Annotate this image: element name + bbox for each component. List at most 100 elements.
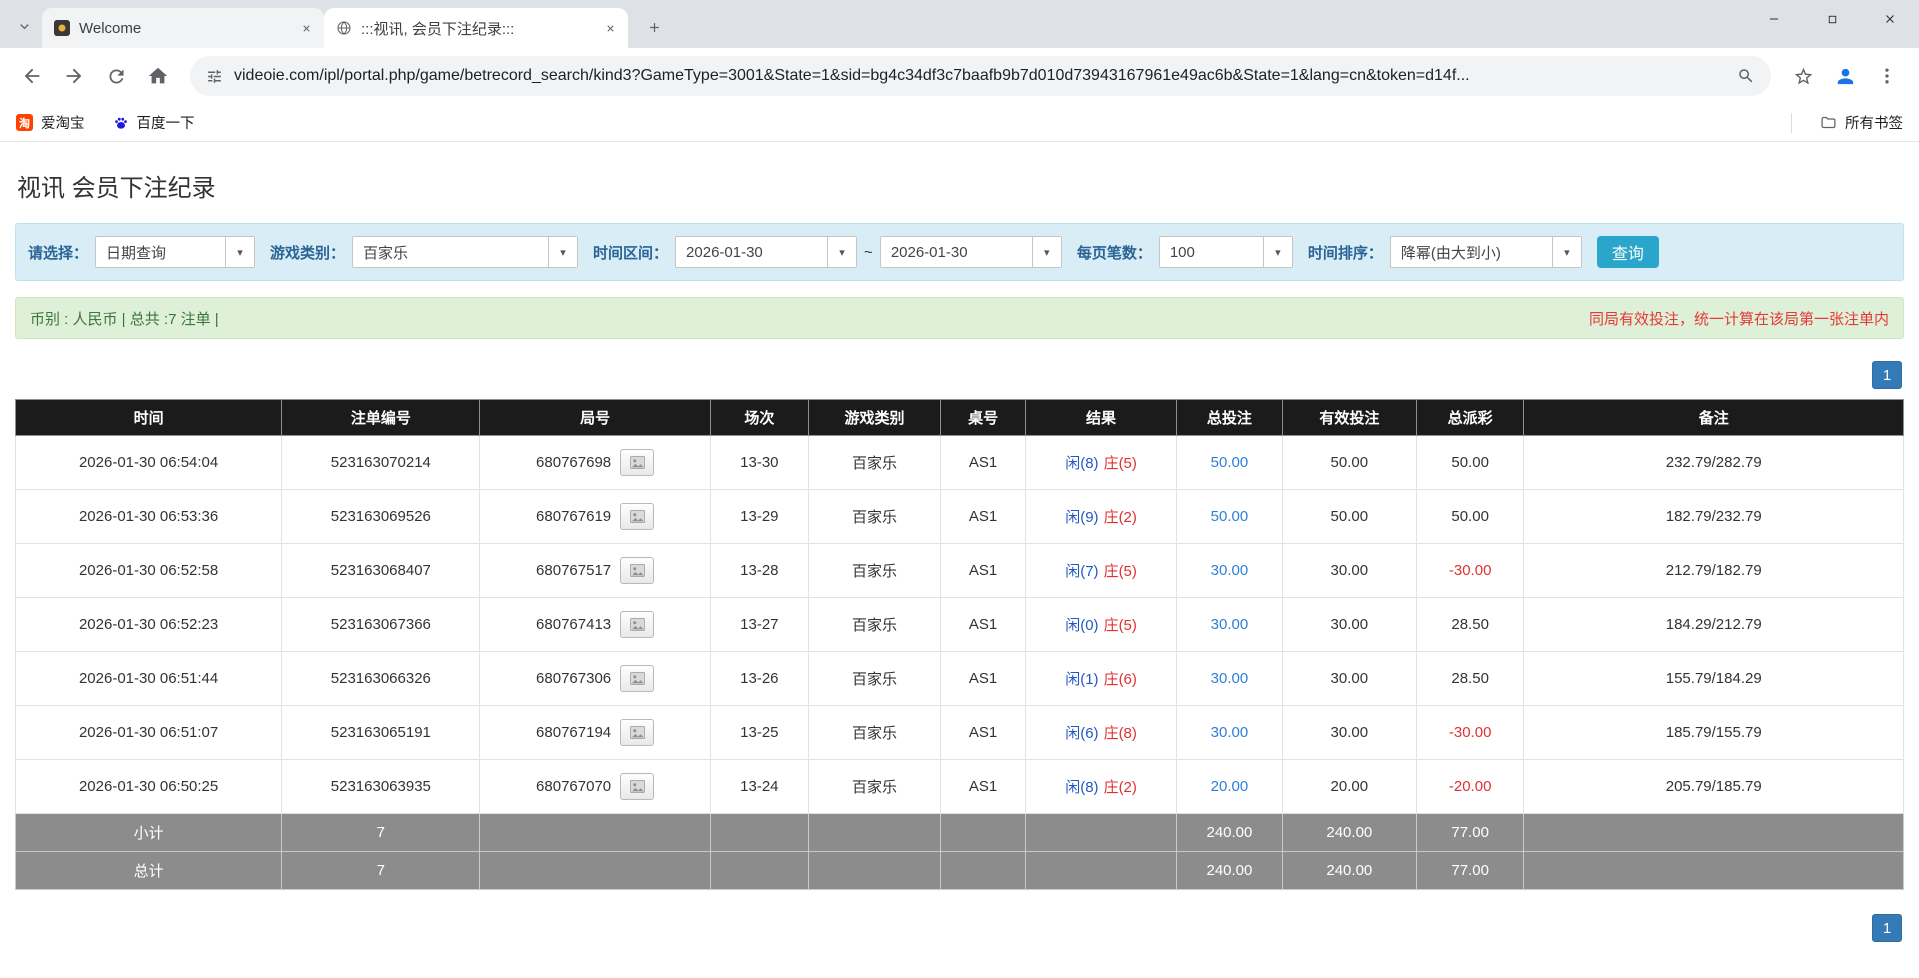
result-player: 闲(1) [1065, 671, 1098, 688]
page-content: 视讯 会员下注纪录 请选择： 日期查询 ▾ 游戏类别： 百家乐 ▾ 时间区间： … [0, 168, 1919, 942]
cell-session: 13-29 [710, 490, 808, 544]
chevron-down-icon[interactable]: ▾ [1263, 237, 1292, 267]
chevron-down-icon[interactable]: ▾ [225, 237, 254, 267]
chevron-down-icon[interactable] [10, 12, 38, 40]
cell-table-no: AS1 [941, 652, 1026, 706]
bookmarks-divider [1791, 113, 1792, 133]
select-label: 请选择： [28, 242, 88, 263]
chevron-down-icon[interactable]: ▾ [1032, 237, 1061, 267]
cell-total-bet[interactable]: 30.00 [1177, 544, 1283, 598]
pagination-top: 1 [17, 361, 1902, 389]
cell-session: 13-30 [710, 436, 808, 490]
menu-kebab-icon[interactable] [1867, 56, 1907, 96]
video-replay-button[interactable] [620, 611, 654, 638]
video-replay-button[interactable] [620, 773, 654, 800]
close-window-button[interactable] [1861, 0, 1919, 38]
result-player: 闲(8) [1065, 779, 1098, 796]
cell-total-bet[interactable]: 20.00 [1177, 760, 1283, 814]
tab-title: Welcome [79, 20, 287, 37]
cell-result: 闲(7)庄(5) [1026, 544, 1177, 598]
cell-note: 182.79/232.79 [1524, 490, 1904, 544]
cell-total-bet[interactable]: 50.00 [1177, 436, 1283, 490]
cell-valid-bet: 30.00 [1282, 598, 1416, 652]
cell-session: 13-25 [710, 706, 808, 760]
bookmark-star-icon[interactable] [1783, 56, 1823, 96]
cell-round: 680767413 [480, 598, 710, 652]
cell-session: 13-27 [710, 598, 808, 652]
cell-total-bet[interactable]: 30.00 [1177, 652, 1283, 706]
cell-total-bet[interactable]: 30.00 [1177, 598, 1283, 652]
cell-total-bet[interactable]: 30.00 [1177, 706, 1283, 760]
sort-value: 降幂(由大到小) [1391, 237, 1552, 267]
cell-bet-id: 523163069526 [282, 490, 480, 544]
cell-total-bet[interactable]: 50.00 [1177, 490, 1283, 544]
result-banker: 庄(8) [1104, 725, 1137, 742]
close-tab-icon[interactable] [600, 18, 620, 38]
cell-time: 2026-01-30 06:52:23 [16, 598, 282, 652]
home-button[interactable] [138, 56, 178, 96]
page-size-dropdown[interactable]: 100 ▾ [1159, 236, 1293, 268]
total-valid-bet: 240.00 [1282, 852, 1416, 890]
table-row: 2026-01-30 06:50:25 523163063935 6807670… [16, 760, 1904, 814]
table-header-row: 时间 注单编号 局号 场次 游戏类别 桌号 结果 总投注 有效投注 总派彩 备注 [16, 400, 1904, 436]
minimize-button[interactable] [1745, 0, 1803, 38]
result-banker: 庄(5) [1104, 455, 1137, 472]
profile-avatar[interactable] [1825, 56, 1865, 96]
page-size-value: 100 [1160, 237, 1263, 267]
page-number-button[interactable]: 1 [1872, 361, 1902, 389]
cell-payout: 50.00 [1416, 436, 1524, 490]
address-bar[interactable]: videoie.com/ipl/portal.php/game/betrecor… [190, 56, 1771, 96]
back-button[interactable] [12, 56, 52, 96]
info-bar: 币别 : 人民币 | 总共 :7 注单 | 同局有效投注，统一计算在该局第一张注… [15, 297, 1904, 339]
browser-toolbar: videoie.com/ipl/portal.php/game/betrecor… [0, 48, 1919, 104]
site-info-icon[interactable] [206, 68, 223, 85]
column-header-game-type: 游戏类别 [808, 400, 940, 436]
zoom-icon[interactable] [1737, 67, 1755, 85]
date-from-value: 2026-01-30 [676, 237, 827, 267]
cell-note: 185.79/155.79 [1524, 706, 1904, 760]
maximize-button[interactable] [1803, 0, 1861, 38]
chevron-down-icon[interactable]: ▾ [1552, 237, 1581, 267]
cell-payout: -30.00 [1416, 706, 1524, 760]
table-row: 2026-01-30 06:52:58 523163068407 6807675… [16, 544, 1904, 598]
game-type-dropdown[interactable]: 百家乐 ▾ [352, 236, 578, 268]
url-text[interactable]: videoie.com/ipl/portal.php/game/betrecor… [234, 67, 1726, 85]
tab-welcome[interactable]: Welcome [42, 8, 324, 48]
bookmark-aitaobao[interactable]: 淘 爱淘宝 [16, 112, 85, 133]
all-bookmarks-button[interactable]: 所有书签 [1820, 112, 1903, 133]
column-header-note: 备注 [1524, 400, 1904, 436]
page-size-label: 每页笔数： [1077, 242, 1152, 263]
search-button[interactable]: 查询 [1597, 236, 1659, 268]
cell-payout: -20.00 [1416, 760, 1524, 814]
filter-bar: 请选择： 日期查询 ▾ 游戏类别： 百家乐 ▾ 时间区间： 2026-01-30… [15, 223, 1904, 281]
query-type-dropdown[interactable]: 日期查询 ▾ [95, 236, 255, 268]
result-player: 闲(7) [1065, 563, 1098, 580]
video-replay-button[interactable] [620, 503, 654, 530]
date-from-input[interactable]: 2026-01-30 ▾ [675, 236, 857, 268]
sort-dropdown[interactable]: 降幂(由大到小) ▾ [1390, 236, 1582, 268]
subtotal-row: 小计 7 240.00 240.00 77.00 [16, 814, 1904, 852]
bookmark-baidu[interactable]: 百度一下 [113, 112, 195, 133]
date-to-input[interactable]: 2026-01-30 ▾ [880, 236, 1062, 268]
cell-payout: 50.00 [1416, 490, 1524, 544]
forward-button[interactable] [54, 56, 94, 96]
reload-button[interactable] [96, 56, 136, 96]
cell-note: 205.79/185.79 [1524, 760, 1904, 814]
cell-table-no: AS1 [941, 544, 1026, 598]
video-replay-button[interactable] [620, 719, 654, 746]
column-header-round: 局号 [480, 400, 710, 436]
new-tab-button[interactable] [638, 11, 670, 43]
page-number-button[interactable]: 1 [1872, 914, 1902, 942]
round-number: 680767413 [536, 616, 611, 633]
result-player: 闲(6) [1065, 725, 1098, 742]
cell-bet-id: 523163070214 [282, 436, 480, 490]
cell-result: 闲(6) 庄(8) [1026, 706, 1177, 760]
chevron-down-icon[interactable]: ▾ [827, 237, 856, 267]
query-type-value: 日期查询 [96, 237, 225, 267]
close-tab-icon[interactable] [296, 18, 316, 38]
video-replay-button[interactable] [620, 557, 654, 584]
tab-betrecord[interactable]: :::视讯, 会员下注纪录::: [324, 8, 628, 48]
chevron-down-icon[interactable]: ▾ [548, 237, 577, 267]
video-replay-button[interactable] [620, 665, 654, 692]
video-replay-button[interactable] [620, 449, 654, 476]
